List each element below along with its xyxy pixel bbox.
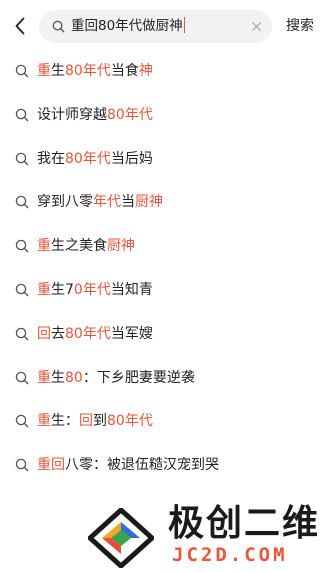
- suggestion-list: 重生80年代当食神 设计师穿越80年代 我在80年代当后妈 穿到八零年代当厨神 重生之美…: [0, 49, 331, 487]
- clear-icon[interactable]: [250, 20, 263, 33]
- highlighted-match: 年代: [93, 194, 121, 211]
- suggestion-item[interactable]: 回去80年代当军嫂: [0, 312, 331, 356]
- suggestion-fragment: 生: [51, 369, 65, 386]
- watermark-title: 极创二维: [168, 503, 321, 544]
- search-query-value: 重回80年代做厨神: [71, 18, 183, 34]
- suggestion-fragment: 穿到八零: [37, 194, 93, 211]
- highlighted-match: 厨神: [107, 238, 135, 255]
- search-icon: [15, 458, 29, 472]
- suggestion-item[interactable]: 重生80年代当食神: [0, 49, 331, 93]
- search-icon: [15, 415, 29, 428]
- text-cursor: [183, 17, 186, 33]
- watermark: 极创二维 JC2D.COM: [88, 500, 331, 572]
- search-icon: [15, 152, 29, 165]
- suggestion-text: 设计师穿越80年代: [37, 105, 153, 125]
- suggestion-text: 重生之美食厨神: [37, 236, 135, 256]
- suggestion-fragment: 去: [51, 325, 65, 342]
- search-icon: [15, 196, 29, 209]
- search-page: 重回80年代做厨神 搜索 重生80年代当食神 设计师穿越80年代 我在80年代当后妈…: [0, 0, 331, 572]
- suggestion-fragment: 当后妈: [110, 150, 153, 167]
- highlighted-match: 80: [65, 369, 83, 386]
- suggestion-item[interactable]: 重回八零：被退伍糙汉宠到哭: [0, 443, 331, 487]
- highlighted-match: 重: [37, 369, 51, 386]
- highlighted-match: 80年代: [107, 106, 153, 123]
- suggestion-fragment: 当知青: [110, 281, 153, 298]
- highlighted-match: 回: [79, 413, 93, 430]
- suggestion-text: 我在80年代当后妈: [37, 149, 153, 169]
- suggestion-item[interactable]: 重生之美食厨神: [0, 224, 331, 268]
- suggestion-item[interactable]: 重生80：下乡肥妻要逆袭: [0, 356, 331, 400]
- highlighted-match: 神: [138, 63, 153, 79]
- suggestion-fragment: 八零：被退伍糙汉宠到哭: [65, 457, 219, 474]
- suggestion-text: 重生80：下乡肥妻要逆袭: [37, 368, 195, 388]
- highlighted-match: 重: [37, 238, 51, 255]
- suggestion-fragment: 生: [51, 63, 65, 79]
- search-icon: [15, 283, 29, 297]
- suggestion-fragment: 生之美食: [51, 238, 107, 255]
- suggestion-item[interactable]: 设计师穿越80年代: [0, 93, 331, 137]
- suggestion-item[interactable]: 重生70年代当知青: [0, 268, 331, 312]
- highlighted-match: 重: [37, 413, 51, 430]
- suggestion-text: 穿到八零年代当厨神: [37, 192, 163, 212]
- suggestion-text: 重生80年代当食神: [37, 61, 153, 81]
- suggestion-fragment: 设计师穿越: [37, 106, 107, 123]
- suggestion-text: 重生70年代当知青: [37, 280, 153, 300]
- suggestion-fragment: 到: [93, 413, 107, 430]
- suggestion-fragment: 当军嫂: [110, 325, 153, 342]
- search-header: 重回80年代做厨神 搜索: [0, 0, 331, 52]
- suggestion-fragment: ：下乡肥妻要逆袭: [82, 369, 195, 386]
- suggestion-fragment: 生7: [51, 281, 74, 298]
- chevron-left-icon: [15, 17, 25, 35]
- search-icon: [15, 239, 29, 253]
- suggestion-fragment: 我在: [37, 150, 65, 167]
- highlighted-match: 80年代: [65, 63, 111, 79]
- watermark-logo: [88, 508, 154, 568]
- highlighted-match: 80年代: [65, 150, 111, 167]
- suggestion-item[interactable]: 穿到八零年代当厨神: [0, 180, 331, 224]
- search-icon: [15, 108, 29, 122]
- highlighted-match: 重: [37, 63, 51, 79]
- search-query-text: 重回80年代做厨神: [71, 10, 186, 43]
- highlighted-match: 0年代: [73, 281, 111, 298]
- search-icon: [15, 64, 29, 78]
- search-icon: [15, 371, 29, 384]
- suggestion-fragment: 当食: [110, 63, 139, 79]
- suggestion-fragment: 当: [121, 194, 135, 211]
- suggestion-fragment: 生：: [51, 413, 79, 430]
- search-icon: [52, 20, 65, 33]
- highlighted-match: 80年代: [107, 413, 153, 430]
- suggestion-text: 回去80年代当军嫂: [37, 324, 153, 344]
- highlighted-match: 厨神: [135, 194, 163, 211]
- suggestion-text: 重生：回到80年代: [37, 411, 153, 431]
- highlighted-match: 回: [37, 325, 51, 342]
- watermark-subtitle: JC2D.COM: [172, 544, 288, 566]
- suggestion-item[interactable]: 我在80年代当后妈: [0, 137, 331, 181]
- suggestion-item[interactable]: 重生：回到80年代: [0, 399, 331, 443]
- highlighted-match: 重: [37, 281, 51, 298]
- suggestion-text: 重回八零：被退伍糙汉宠到哭: [37, 455, 219, 475]
- back-button[interactable]: [10, 14, 30, 38]
- search-icon: [15, 327, 29, 341]
- search-input[interactable]: 重回80年代做厨神: [39, 10, 272, 43]
- search-button[interactable]: 搜索: [286, 16, 314, 36]
- highlighted-match: 80年代: [65, 325, 111, 342]
- highlighted-match: 重回: [37, 457, 65, 474]
